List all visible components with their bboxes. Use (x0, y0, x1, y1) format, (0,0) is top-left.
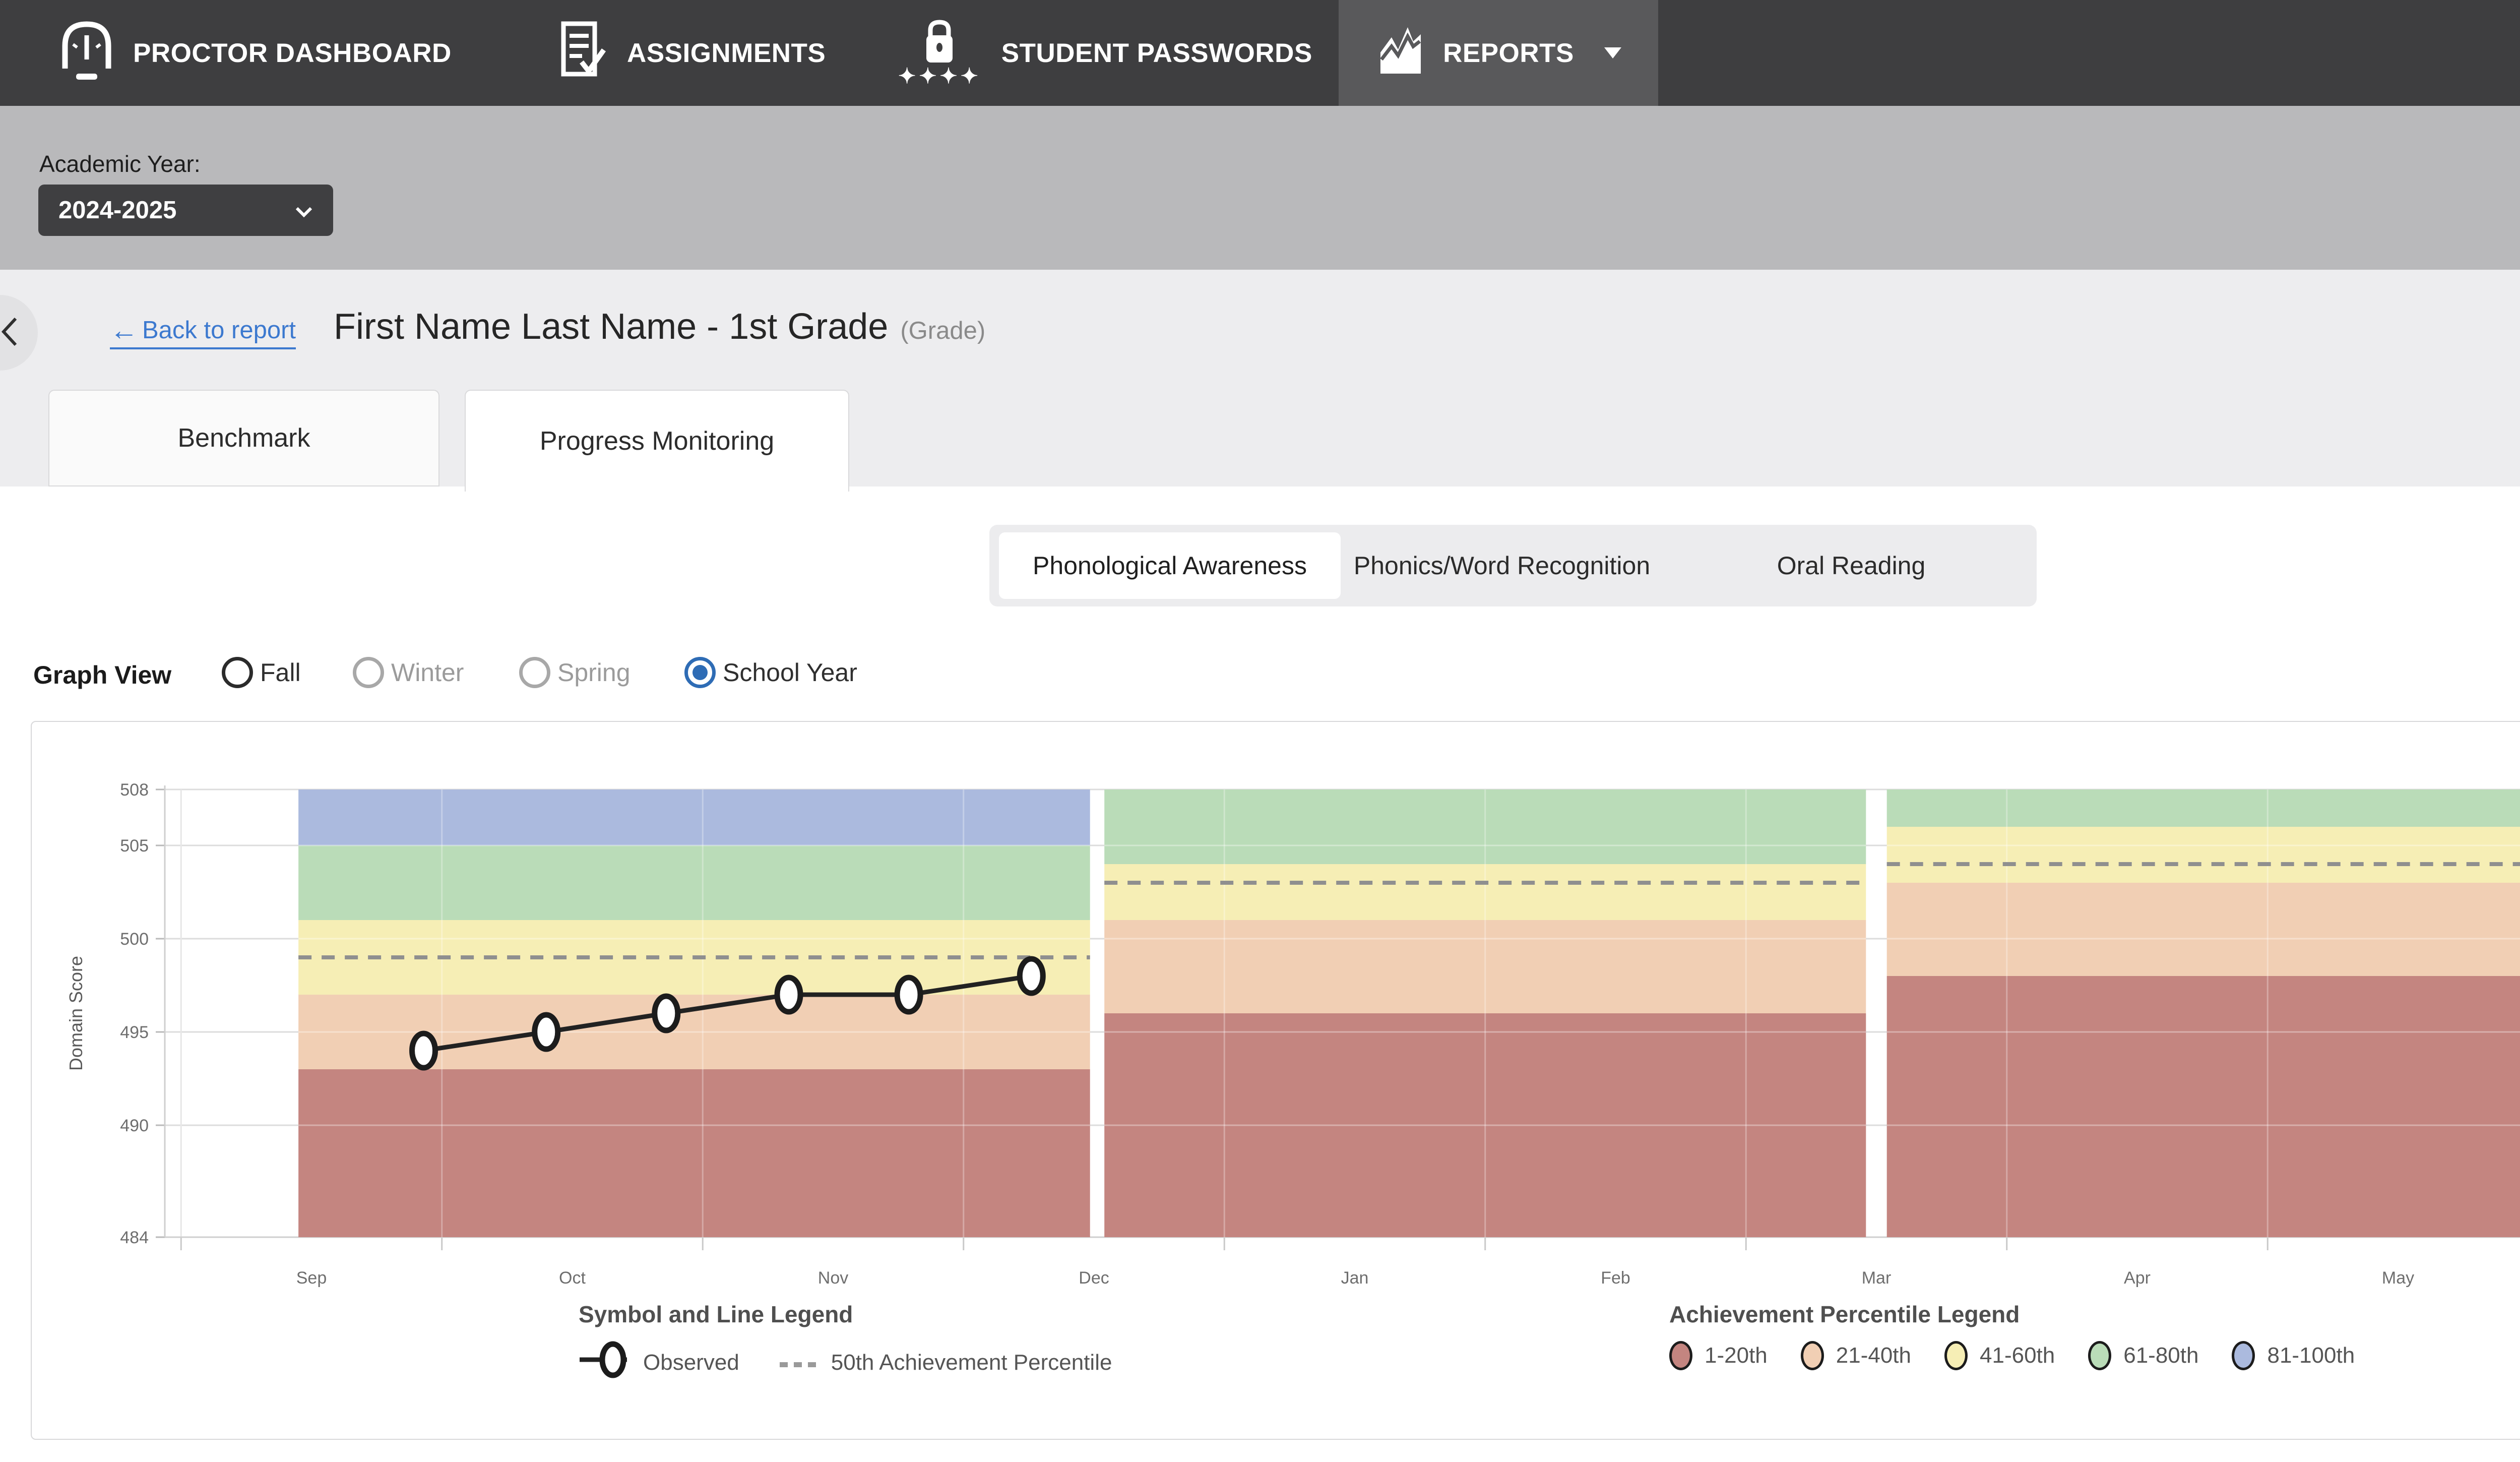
chevron-down-icon (295, 196, 313, 224)
radio-label: Fall (260, 658, 301, 687)
nav-item-label: PROCTOR DASHBOARD (133, 38, 452, 69)
domain-subtabs: Phonological Awareness Phonics/Word Reco… (989, 525, 2037, 606)
legend-label: Observed (643, 1350, 739, 1375)
radio-circle-icon (353, 657, 384, 688)
academic-year-value: 2024-2025 (58, 196, 176, 224)
svg-text:505: 505 (120, 836, 149, 856)
legend-item-percentile: 81-100th (2232, 1341, 2355, 1370)
nav-item-student-passwords[interactable]: ✦✦✦✦ STUDENT PASSWORDS (898, 0, 1312, 106)
subtab-label: Phonological Awareness (1033, 551, 1307, 580)
radio-circle-icon (519, 657, 550, 688)
graph-view-label: Graph View (33, 660, 171, 690)
percentile-swatch-icon (2232, 1341, 2255, 1370)
academic-year-select[interactable]: 2024-2025 (38, 185, 333, 236)
radio-fall[interactable]: Fall (222, 657, 301, 688)
lock-icon: ✦✦✦✦ (898, 18, 981, 88)
tab-benchmark[interactable]: Benchmark (48, 390, 439, 486)
progress-chart-card: 508 505 500 495 490 484 Sep Oct Nov Dec Jan Feb Mar A… (31, 721, 2520, 1440)
radio-label: School Year (723, 658, 857, 687)
nav-item-label: REPORTS (1443, 38, 1574, 69)
svg-text:Feb: Feb (1601, 1268, 1630, 1288)
legend-label: 1-20th (1705, 1343, 1768, 1368)
nav-item-reports[interactable]: REPORTS (1339, 0, 1658, 106)
chart-icon (1375, 23, 1426, 83)
legend-label: 50th Achievement Percentile (831, 1350, 1112, 1375)
percentile-swatch-icon (1944, 1341, 1968, 1370)
nav-item-label: ASSIGNMENTS (627, 38, 826, 69)
legend-item-percentile: 21-40th (1801, 1341, 1911, 1370)
observed-marker-icon (579, 1341, 631, 1384)
svg-text:495: 495 (120, 1023, 149, 1042)
svg-text:Dec: Dec (1079, 1268, 1109, 1288)
back-to-report-link[interactable]: ← Back to report (110, 316, 296, 349)
svg-text:Sep: Sep (296, 1268, 327, 1288)
subtab-phonological-awareness[interactable]: Phonological Awareness (999, 532, 1341, 599)
legend-title: Symbol and Line Legend (579, 1301, 1112, 1328)
radio-label: Winter (391, 658, 464, 687)
svg-text:May: May (2382, 1268, 2414, 1288)
svg-text:Nov: Nov (818, 1268, 848, 1288)
nav-item-proctor-dashboard[interactable]: PROCTOR DASHBOARD (58, 0, 452, 106)
dashed-line-icon (780, 1350, 819, 1375)
academic-year-label: Academic Year: (39, 150, 201, 177)
symbol-line-legend: Symbol and Line Legend Observed 5 (579, 1301, 1112, 1384)
main-tabs: Benchmark Progress Monitoring (0, 376, 2520, 486)
svg-text:Apr: Apr (2124, 1268, 2151, 1288)
svg-text:Domain Score: Domain Score (66, 956, 86, 1071)
legend-label: 21-40th (1836, 1343, 1911, 1368)
radio-circle-icon (222, 657, 253, 688)
svg-text:Mar: Mar (1862, 1268, 1892, 1288)
radio-winter: Winter (353, 657, 464, 688)
subtab-oral-reading[interactable]: Oral Reading (1760, 525, 1942, 606)
svg-text:Oct: Oct (559, 1268, 586, 1288)
page-title: First Name Last Name - 1st Grade (Grade) (334, 306, 985, 347)
checklist-icon (559, 21, 610, 85)
content-area: Phonological Awareness Phonics/Word Reco… (0, 486, 2520, 1462)
top-nav: PROCTOR DASHBOARD ASSIGNMENTS ✦✦✦✦ STUDE… (0, 0, 2520, 106)
legend-item-percentile: 1-20th (1669, 1341, 1768, 1370)
tab-label: Benchmark (178, 423, 310, 453)
svg-text:484: 484 (120, 1228, 149, 1247)
nav-item-assignments[interactable]: ASSIGNMENTS (559, 0, 826, 106)
chevron-down-icon (1604, 47, 1621, 58)
tab-label: Progress Monitoring (540, 426, 774, 456)
svg-text:Jan: Jan (1341, 1268, 1369, 1288)
toolbar: Academic Year: 2024-2025 Print (0, 106, 2520, 270)
gauge-icon (58, 18, 116, 88)
percentile-swatch-icon (1669, 1341, 1692, 1370)
legend-item-p50: 50th Achievement Percentile (780, 1350, 1112, 1375)
svg-text:508: 508 (120, 780, 149, 800)
password-stars: ✦✦✦✦ (898, 64, 981, 88)
legend-title: Achievement Percentile Legend (1669, 1301, 2355, 1328)
chevron-left-icon (1, 317, 19, 349)
subtab-label: Phonics/Word Recognition (1354, 551, 1650, 580)
tab-progress-monitoring[interactable]: Progress Monitoring (465, 390, 849, 492)
svg-text:490: 490 (120, 1116, 149, 1135)
grade-subtitle: (Grade) (900, 317, 985, 345)
nav-item-label: STUDENT PASSWORDS (1001, 38, 1312, 69)
subtab-phonics-word-recognition[interactable]: Phonics/Word Recognition (1348, 525, 1656, 606)
percentile-swatch-icon (2088, 1341, 2111, 1370)
percentile-swatch-icon (1801, 1341, 1824, 1370)
prev-page-button[interactable] (0, 295, 38, 371)
subtab-label: Oral Reading (1777, 551, 1926, 580)
radio-label: Spring (557, 658, 631, 687)
legend-label: 81-100th (2267, 1343, 2355, 1368)
achievement-percentile-legend: Achievement Percentile Legend 1-20th 21-… (1669, 1301, 2355, 1370)
legend-item-percentile: 41-60th (1944, 1341, 2055, 1370)
radio-circle-icon (684, 657, 716, 688)
report-header: ← Back to report First Name Last Name - … (0, 270, 2520, 376)
legend-item-observed: Observed (579, 1341, 739, 1384)
svg-text:500: 500 (120, 930, 149, 949)
student-name-grade: First Name Last Name - 1st Grade (334, 306, 888, 347)
legend-label: 61-80th (2123, 1343, 2198, 1368)
radio-spring: Spring (519, 657, 631, 688)
radio-school-year[interactable]: School Year (684, 657, 857, 688)
legend-label: 41-60th (1980, 1343, 2055, 1368)
back-link-label: Back to report (142, 316, 296, 344)
legend-item-percentile: 61-80th (2088, 1341, 2198, 1370)
